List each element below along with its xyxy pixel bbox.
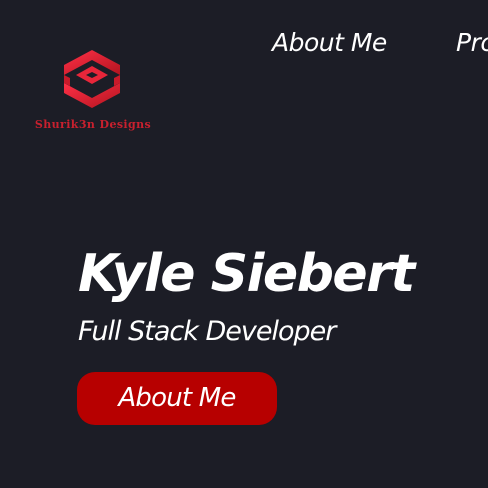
- page: Shurik3n Designs About Me Pro Kyle Siebe…: [0, 0, 488, 488]
- nav-link-projects[interactable]: Pro: [456, 28, 488, 57]
- hero-name: Kyle Siebert: [78, 244, 415, 304]
- brand-name: Shurik3n Designs: [34, 118, 152, 131]
- nav-link-about-me[interactable]: About Me: [272, 28, 387, 57]
- about-me-button[interactable]: About Me: [77, 372, 277, 425]
- hexagon-cube-logo-icon: [64, 50, 120, 108]
- hero-role: Full Stack Developer: [78, 316, 336, 347]
- brand-logo[interactable]: Shurik3n Designs: [28, 48, 158, 138]
